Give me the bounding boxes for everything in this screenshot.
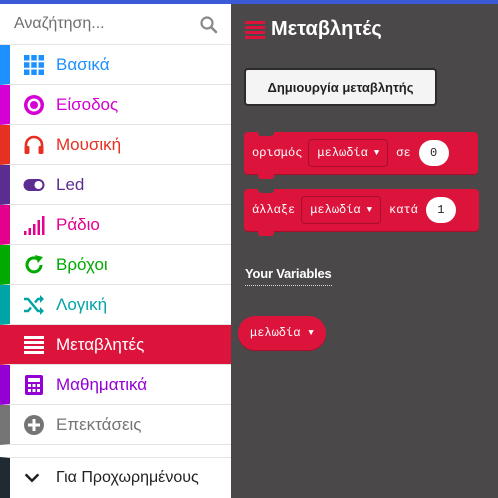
value-input[interactable]: 1 [425,197,456,223]
category-logic[interactable]: Λογική [0,285,231,325]
plus-circle-icon [22,413,46,437]
search-input[interactable] [14,12,194,36]
category-label: Βασικά [56,54,110,74]
set-variable-block[interactable]: ορισμός μελωδία ▼ σε 0 [244,131,478,179]
flyout-title: Μεταβλητές [271,18,382,40]
dropdown-arrow-icon: ▼ [373,148,380,158]
category-loops[interactable]: Βρόχοι [0,245,231,285]
search-icon[interactable] [199,15,219,35]
value-input[interactable]: 0 [418,140,449,166]
block-connector: κατά [389,203,418,217]
target-icon [22,93,46,117]
shuffle-icon [22,293,46,317]
list-icon [22,333,46,357]
advanced-label: Για Προχωρημένους [56,469,199,486]
category-extensions[interactable]: Επεκτάσεις [0,405,231,445]
block-connector: σε [396,146,411,160]
variable-name: μελωδία [250,326,301,340]
block-notch [258,173,274,179]
category-list: Βασικά Είσοδος Μουσική Led Ράδιο Βρόχοι … [0,45,231,445]
advanced-toggle[interactable]: Για Προχωρημένους [0,457,231,498]
grid-icon [22,53,46,77]
dropdown-arrow-icon: ▼ [366,205,373,215]
list-icon [245,20,265,40]
toggle-icon [22,173,46,197]
category-label: Λογική [56,294,108,314]
dropdown-arrow-icon: ▼ [308,328,314,338]
chevron-down-icon [20,466,44,490]
signal-icon [22,213,46,237]
block-notch [258,131,274,136]
your-variables-label: Your Variables [245,266,332,286]
blocks-flyout: Μεταβλητές Δημιουργία μεταβλητής ορισμός… [231,4,498,498]
category-led[interactable]: Led [0,165,231,205]
category-radio[interactable]: Ράδιο [0,205,231,245]
calculator-icon [22,373,46,397]
search-bar [0,4,231,45]
category-music[interactable]: Μουσική [0,125,231,165]
refresh-icon [22,253,46,277]
category-label: Μουσική [56,134,122,154]
category-label: Είσοδος [56,94,119,114]
block-notch [258,188,274,193]
variable-reporter-block[interactable]: μελωδία ▼ [238,316,326,350]
category-label: Ράδιο [56,214,100,234]
variable-dropdown[interactable]: μελωδία ▼ [301,196,382,224]
toolbox: Βασικά Είσοδος Μουσική Led [0,4,231,498]
block-keyword: ορισμός [252,146,303,160]
flyout-header: Μεταβλητές [245,18,382,41]
category-label: Επεκτάσεις [56,414,142,434]
category-math[interactable]: Μαθηματικά [0,365,231,405]
category-basic[interactable]: Βασικά [0,45,231,85]
block-keyword: άλλαξε [252,203,296,217]
category-label: Μαθηματικά [56,374,148,394]
block-notch [258,230,274,236]
category-label: Led [56,174,85,194]
category-label: Βρόχοι [56,254,108,274]
category-label: Μεταβλητές [56,334,145,354]
category-variables[interactable]: Μεταβλητές [0,325,231,365]
category-input[interactable]: Είσοδος [0,85,231,125]
dropdown-value: μελωδία [317,146,368,160]
create-variable-button[interactable]: Δημιουργία μεταβλητής [244,68,437,106]
dropdown-value: μελωδία [310,203,361,217]
variable-dropdown[interactable]: μελωδία ▼ [308,139,389,167]
change-variable-block[interactable]: άλλαξε μελωδία ▼ κατά 1 [244,188,479,236]
headphones-icon [22,133,46,157]
